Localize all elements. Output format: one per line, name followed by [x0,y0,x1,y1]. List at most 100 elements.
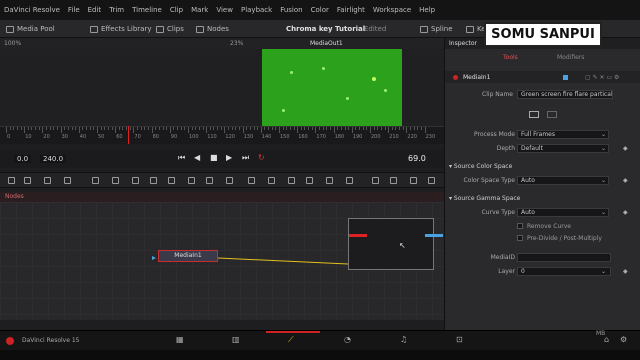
menu-edit[interactable]: Edit [84,6,106,14]
image-tab-icon[interactable] [529,110,539,118]
fusion-tool-icon[interactable] [92,177,99,184]
keyframe-diamond-icon[interactable]: ◆ [623,209,628,216]
go-to-end-icon[interactable]: ⏭ [242,153,249,163]
fusion-tool-icon[interactable] [268,177,275,184]
playhead[interactable] [128,126,129,144]
ruler-major-tick [97,127,98,133]
node-color-swatch-icon[interactable] [563,74,568,80]
start-frame-field[interactable]: 0.0 [14,155,32,163]
cut-page-icon[interactable]: ▥ [232,335,240,344]
status-bar: DaVinci Resolve 15 ▦ ▥ ⟋ ◔ ♫ ⊡ 40% - 160… [0,323,640,350]
audio-tab-icon[interactable] [547,110,557,118]
mediaid-field[interactable] [517,252,611,262]
clip-name-field[interactable]: Green screen fire flare partical.mp4 [517,89,613,99]
menu-fairlight[interactable]: Fairlight [333,6,369,14]
depth-select[interactable]: Default [517,143,609,153]
mediain-node[interactable]: MediaIn1 [158,250,218,262]
keyframe-diamond-icon[interactable]: ◆ [623,268,628,275]
fusion-tool-icon[interactable] [24,177,31,184]
ruler-major-tick [279,127,280,133]
pre-divide-label: Pre-Divide / Post-Multiply [527,234,602,242]
clips-button[interactable]: Clips [156,20,184,38]
mediaid-label: MediaID [490,253,515,261]
menu-clip[interactable]: Clip [166,6,187,14]
menu-color[interactable]: Color [307,6,333,14]
fusion-tool-icon[interactable] [188,177,195,184]
menu-file[interactable]: File [64,6,84,14]
menu-playback[interactable]: Playback [237,6,276,14]
timeline-ruler[interactable]: 0 10 20 30 40 50 60 70 80 90 100 110 120 130 140 150 160… [0,126,444,144]
chevron-down-icon: ⌄ [601,130,607,138]
fusion-tool-icon[interactable] [112,177,119,184]
chevron-down-icon: ⌄ [601,144,607,152]
color-space-type-select[interactable]: Auto [517,175,609,185]
deliver-page-icon[interactable]: ⊡ [456,335,463,344]
menu-view[interactable]: View [212,6,237,14]
ruler-minor-tick [329,127,331,130]
ruler-tick-label: 30 [61,134,68,140]
viewer-zoom-left[interactable]: 100% [4,40,21,47]
fusion-tool-icon[interactable] [168,177,175,184]
spline-button[interactable]: Spline [420,20,453,38]
fusion-tool-icon[interactable] [8,177,15,184]
tab-modifiers[interactable]: Modifiers [557,54,584,61]
fusion-tool-icon[interactable] [248,177,255,184]
ruler-major-tick [42,127,44,133]
home-icon[interactable]: ⌂ [604,335,609,344]
media-page-icon[interactable]: ▦ [176,335,184,344]
fairlight-page-icon[interactable]: ♫ [400,335,407,344]
play-icon[interactable]: ▶ [226,153,232,162]
fusion-tool-icon[interactable] [206,177,213,184]
layer-select[interactable]: 0 [517,266,611,276]
stop-icon[interactable]: ■ [210,153,218,162]
ruler-minor-tick [264,127,266,130]
fusion-tool-icon[interactable] [346,177,353,184]
fusion-tool-icon[interactable] [44,177,51,184]
fusion-tool-icon[interactable] [132,177,139,184]
curve-type-select[interactable]: Auto [517,207,609,217]
keyframe-diamond-icon[interactable]: ◆ [623,177,628,184]
node-settings-icons[interactable]: ▢ ✎ ✕ ▭ ⚙ [585,74,619,81]
color-page-icon[interactable]: ◔ [344,335,351,344]
fusion-page-icon[interactable]: ⟋ [288,335,294,345]
spark-particle [282,109,285,112]
source-gamma-space-header[interactable]: ▾ Source Gamma Space [449,195,520,202]
fusion-tool-icon[interactable] [410,177,417,184]
fusion-tool-icon[interactable] [150,177,157,184]
node-navigator[interactable]: ↖ [348,218,443,270]
menu-help[interactable]: Help [415,6,439,14]
fusion-tool-icon[interactable] [306,177,313,184]
menu-timeline[interactable]: Timeline [128,6,166,14]
viewer-zoom-right[interactable]: 23% [230,40,243,47]
fusion-tool-icon[interactable] [428,177,435,184]
source-color-space-header[interactable]: ▾ Source Color Space [449,163,512,170]
effects-library-button[interactable]: Effects Library [90,20,152,38]
fusion-tool-icon[interactable] [390,177,397,184]
remove-curve-checkbox[interactable] [517,223,523,229]
menu-workspace[interactable]: Workspace [369,6,415,14]
ruler-minor-tick [31,127,33,130]
ruler-minor-tick [38,127,40,130]
loop-icon[interactable]: ↻ [258,153,265,162]
settings-gear-icon[interactable]: ⚙ [620,335,627,344]
menu-trim[interactable]: Trim [105,6,128,14]
fusion-tool-icon[interactable] [226,177,233,184]
play-reverse-icon[interactable]: ◀ [194,153,200,162]
nodes-button[interactable]: Nodes [196,20,229,38]
media-pool-button[interactable]: Media Pool [6,20,55,38]
tab-tools[interactable]: Tools [503,54,518,61]
pre-divide-checkbox[interactable] [517,235,523,241]
current-frame[interactable]: 69.0 [408,154,426,163]
fusion-tool-icon[interactable] [326,177,333,184]
menu-mark[interactable]: Mark [187,6,212,14]
fusion-tool-icon[interactable] [288,177,295,184]
fusion-tool-icon[interactable] [372,177,379,184]
end-frame-field[interactable]: 240.0 [40,155,67,163]
go-to-start-icon[interactable]: ⏮ [178,153,185,163]
keyframe-diamond-icon[interactable]: ◆ [623,145,628,152]
menu-fusion[interactable]: Fusion [276,6,306,14]
process-mode-select[interactable]: Full Frames [517,129,609,139]
menu-davinci[interactable]: DaVinci Resolve [0,6,64,14]
fusion-tool-icon[interactable] [64,177,71,184]
ruler-tick-label: 190 [352,134,363,140]
